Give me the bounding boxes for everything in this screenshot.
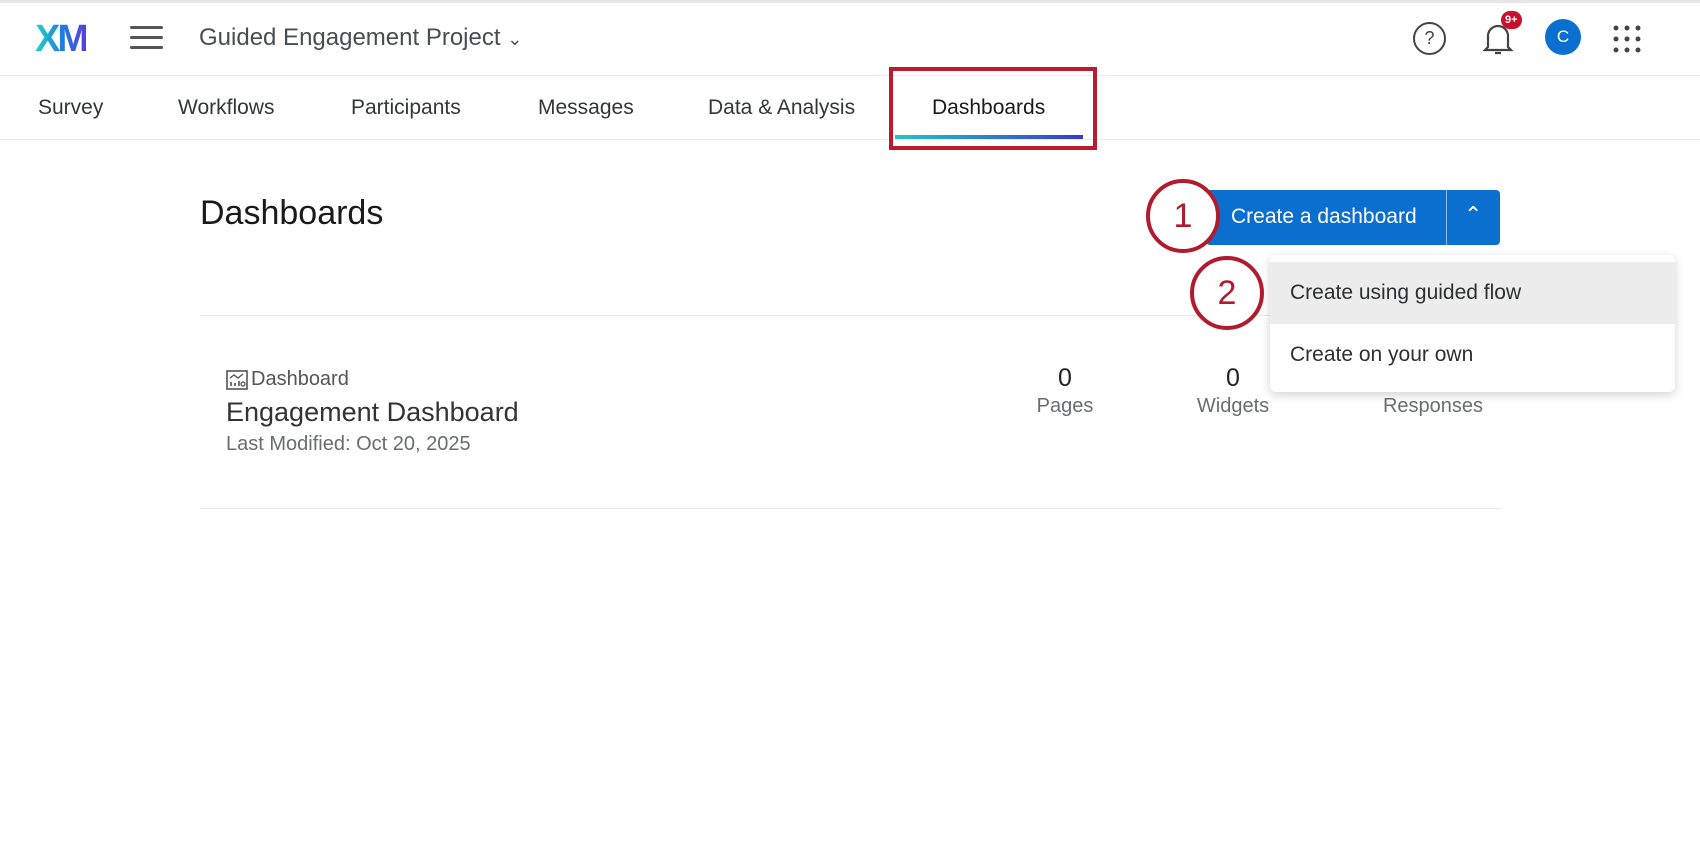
menu-item-on-your-own[interactable]: Create on your own [1270,324,1675,386]
dashboard-type-label: Dashboard [251,368,349,391]
page-title: Dashboards [200,194,383,233]
project-selector[interactable]: Guided Engagement Project ⌄ [199,24,522,52]
stat-label: Widgets [1153,395,1313,418]
create-dashboard-button[interactable]: Create a dashboard ⌃ [1206,190,1500,245]
notifications-button[interactable]: 9+ [1482,20,1516,58]
tab-participants[interactable]: Participants [351,96,461,120]
xm-logo[interactable]: XM [35,18,86,61]
stat-label: Responses [1353,395,1513,418]
stat-pages: 0Pages [985,364,1145,418]
dashboard-icon [226,370,248,390]
avatar[interactable]: C [1545,19,1581,55]
divider [200,508,1500,509]
tab-messages[interactable]: Messages [538,96,634,120]
tab-survey[interactable]: Survey [38,96,103,120]
menu-icon[interactable] [130,26,163,50]
step-2-annotation: 2 [1190,256,1264,330]
button-separator [1446,190,1447,245]
create-dropdown-menu: Create using guided flow Create on your … [1270,255,1675,392]
notification-badge: 9+ [1501,11,1522,29]
menu-item-guided-flow[interactable]: Create using guided flow [1270,262,1675,324]
stat-value: 0 [985,364,1145,393]
create-dashboard-label: Create a dashboard [1231,205,1417,229]
step-1-annotation: 1 [1146,179,1220,253]
app-grid-icon[interactable] [1613,25,1641,53]
project-nav: Survey Workflows Participants Messages D… [0,76,1700,140]
stat-label: Pages [985,395,1145,418]
project-name: Guided Engagement Project [199,24,501,51]
help-icon[interactable]: ? [1413,22,1446,55]
last-modified: Last Modified: Oct 20, 2025 [226,433,471,456]
dashboard-type: Dashboard [226,368,349,391]
dashboard-name[interactable]: Engagement Dashboard [226,397,519,428]
tab-data-analysis[interactable]: Data & Analysis [708,96,855,120]
chevron-up-icon[interactable]: ⌃ [1464,202,1482,228]
tab-workflows[interactable]: Workflows [178,96,274,120]
chevron-down-icon: ⌄ [507,29,522,49]
highlight-box [889,67,1097,150]
